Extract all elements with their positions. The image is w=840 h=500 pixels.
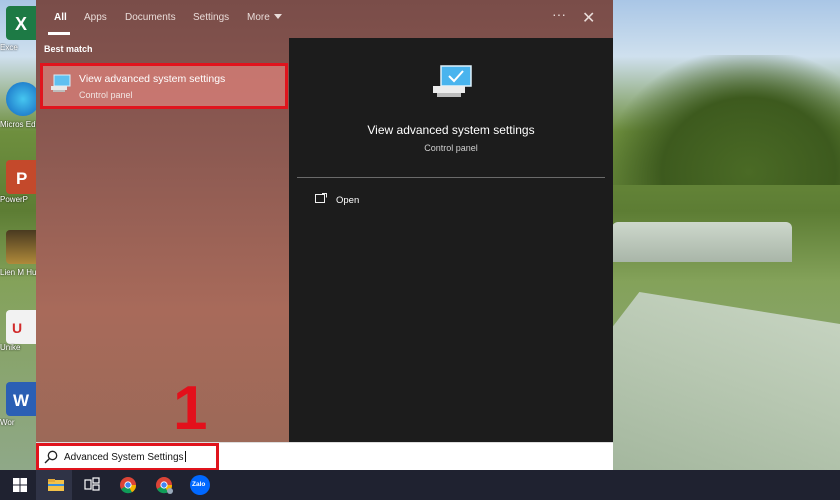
- tab-more-label: More: [247, 12, 270, 23]
- chrome-profile-icon[interactable]: [154, 475, 174, 495]
- windows-start-icon[interactable]: [10, 475, 30, 495]
- taskbar-search-bar[interactable]: Advanced System Settings: [36, 442, 613, 471]
- chrome-icon[interactable]: [118, 475, 138, 495]
- search-tabs: All Apps Documents Settings More ··· ✕: [36, 0, 613, 38]
- detail-title: View advanced system settings: [367, 123, 535, 137]
- search-input-value: Advanced System Settings: [64, 452, 184, 463]
- powerpoint-icon: P: [6, 160, 40, 194]
- svg-text:P: P: [16, 169, 27, 188]
- excel-icon: X: [6, 6, 40, 40]
- desktop-icon-label: Wor: [0, 418, 15, 427]
- active-tab-indicator: [48, 32, 70, 35]
- search-menu: All Apps Documents Settings More ··· ✕ B…: [36, 0, 613, 442]
- computer-settings-icon: [51, 74, 71, 92]
- desktop-icon-label: PowerP: [0, 195, 29, 204]
- wallpaper-roof: [612, 292, 840, 470]
- result-title: View advanced system settings: [79, 73, 226, 85]
- step-annotation-1: 1: [173, 374, 208, 443]
- ellipsis-icon[interactable]: ···: [552, 6, 566, 22]
- desktop-icon-label: Unike: [0, 343, 21, 352]
- search-input[interactable]: Advanced System Settings: [64, 451, 186, 463]
- desktop-icon-label: Micros Edge: [0, 120, 36, 129]
- close-icon[interactable]: ✕: [582, 8, 595, 28]
- result-subtitle: Control panel: [79, 90, 133, 100]
- tab-settings[interactable]: Settings: [193, 12, 229, 23]
- tab-apps[interactable]: Apps: [84, 12, 107, 23]
- computer-settings-icon: [433, 65, 472, 97]
- unikey-icon: U: [6, 310, 40, 344]
- tab-more[interactable]: More: [247, 12, 282, 23]
- desktop-icon-label: Lien M Huyen T: [0, 268, 36, 277]
- detail-divider: [297, 177, 605, 178]
- best-match-heading: Best match: [44, 44, 93, 54]
- open-window-icon: [315, 193, 327, 203]
- search-icon: [44, 450, 58, 464]
- svg-text:W: W: [13, 391, 30, 410]
- chevron-down-icon: [273, 14, 282, 19]
- svg-text:X: X: [15, 14, 27, 34]
- zalo-icon[interactable]: Zalo: [190, 475, 210, 495]
- detail-subtitle: Control panel: [424, 143, 478, 153]
- edge-icon: [6, 82, 40, 116]
- svg-text:U: U: [12, 320, 22, 336]
- text-cursor: [184, 451, 186, 462]
- wallpaper-greenhouse: [612, 222, 792, 262]
- file-explorer-icon[interactable]: [46, 475, 66, 495]
- open-label: Open: [336, 195, 360, 206]
- best-match-result[interactable]: View advanced system settings Control pa…: [40, 63, 288, 109]
- tab-documents[interactable]: Documents: [125, 12, 176, 23]
- zalo-icon-label: Zalo: [192, 481, 206, 488]
- taskbar: Zalo: [0, 470, 840, 500]
- tab-all[interactable]: All: [54, 12, 67, 23]
- word-icon: W: [6, 382, 40, 416]
- task-view-icon[interactable]: [82, 475, 102, 495]
- desktop-icon-label: Exce: [0, 43, 18, 52]
- wallpaper-hill: [612, 55, 840, 185]
- result-detail-pane: View advanced system settings Control pa…: [289, 38, 613, 442]
- game-icon: [6, 230, 40, 264]
